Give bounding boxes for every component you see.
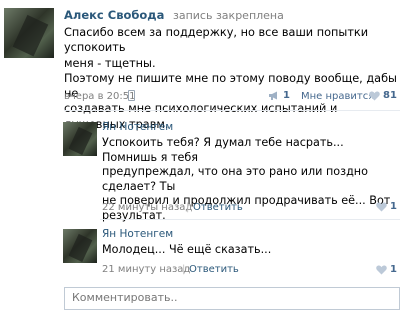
heart-icon[interactable] <box>376 265 387 275</box>
comment-divider <box>100 219 400 220</box>
author-name-link[interactable]: Алекс Свобода <box>64 8 164 22</box>
post-text: Спасибо всем за поддержку, но все ваши п… <box>64 25 400 132</box>
comment-text-line: Молодец... Чё ещё сказать... <box>102 243 272 256</box>
comment-input[interactable] <box>65 288 397 307</box>
mobile-phone-icon <box>128 90 135 101</box>
comment-input-box[interactable] <box>64 287 400 310</box>
heart-icon[interactable] <box>376 202 387 212</box>
comment-date-link[interactable]: 21 минуту назад <box>102 264 190 275</box>
wall-post: Алекс Свобода запись закреплена Спасибо … <box>0 0 406 323</box>
share-count[interactable]: 1 <box>283 90 290 101</box>
like-button-label[interactable]: Мне нравится <box>301 91 374 102</box>
comment-avatar[interactable] <box>63 122 97 156</box>
comment-like-count[interactable]: 1 <box>390 264 397 275</box>
comment-text: Молодец... Чё ещё сказать... <box>102 243 402 258</box>
pinned-label: запись закреплена <box>173 9 284 22</box>
comment-date-link[interactable]: 22 минуты назад <box>102 202 192 213</box>
comment-text-line: Успокоить тебя? Я думал тебе насрать... … <box>102 136 344 164</box>
author-avatar[interactable] <box>4 8 54 58</box>
comment-meta-separator: | <box>186 202 190 213</box>
comment-avatar[interactable] <box>63 229 97 263</box>
comment-meta-separator: | <box>182 264 186 275</box>
post-date-link[interactable]: вчера в 20:51 <box>64 91 136 102</box>
post-text-line: меня - тщетны. <box>64 56 156 70</box>
comment-author-link[interactable]: Ян Нотенгем <box>102 121 173 133</box>
post-divider <box>64 110 400 111</box>
comment-like-count[interactable]: 1 <box>390 201 397 212</box>
like-count[interactable]: 81 <box>383 90 397 101</box>
post-text-line: Спасибо всем за поддержку, но все ваши п… <box>64 26 369 55</box>
megaphone-icon[interactable] <box>268 91 280 100</box>
reply-link[interactable]: Ответить <box>189 264 239 275</box>
comment-text-line: предупреждал, что она это рано или поздн… <box>102 165 368 193</box>
reply-link[interactable]: Ответить <box>193 202 243 213</box>
heart-icon[interactable] <box>369 91 380 101</box>
comment-author-link[interactable]: Ян Нотенгем <box>102 228 173 240</box>
